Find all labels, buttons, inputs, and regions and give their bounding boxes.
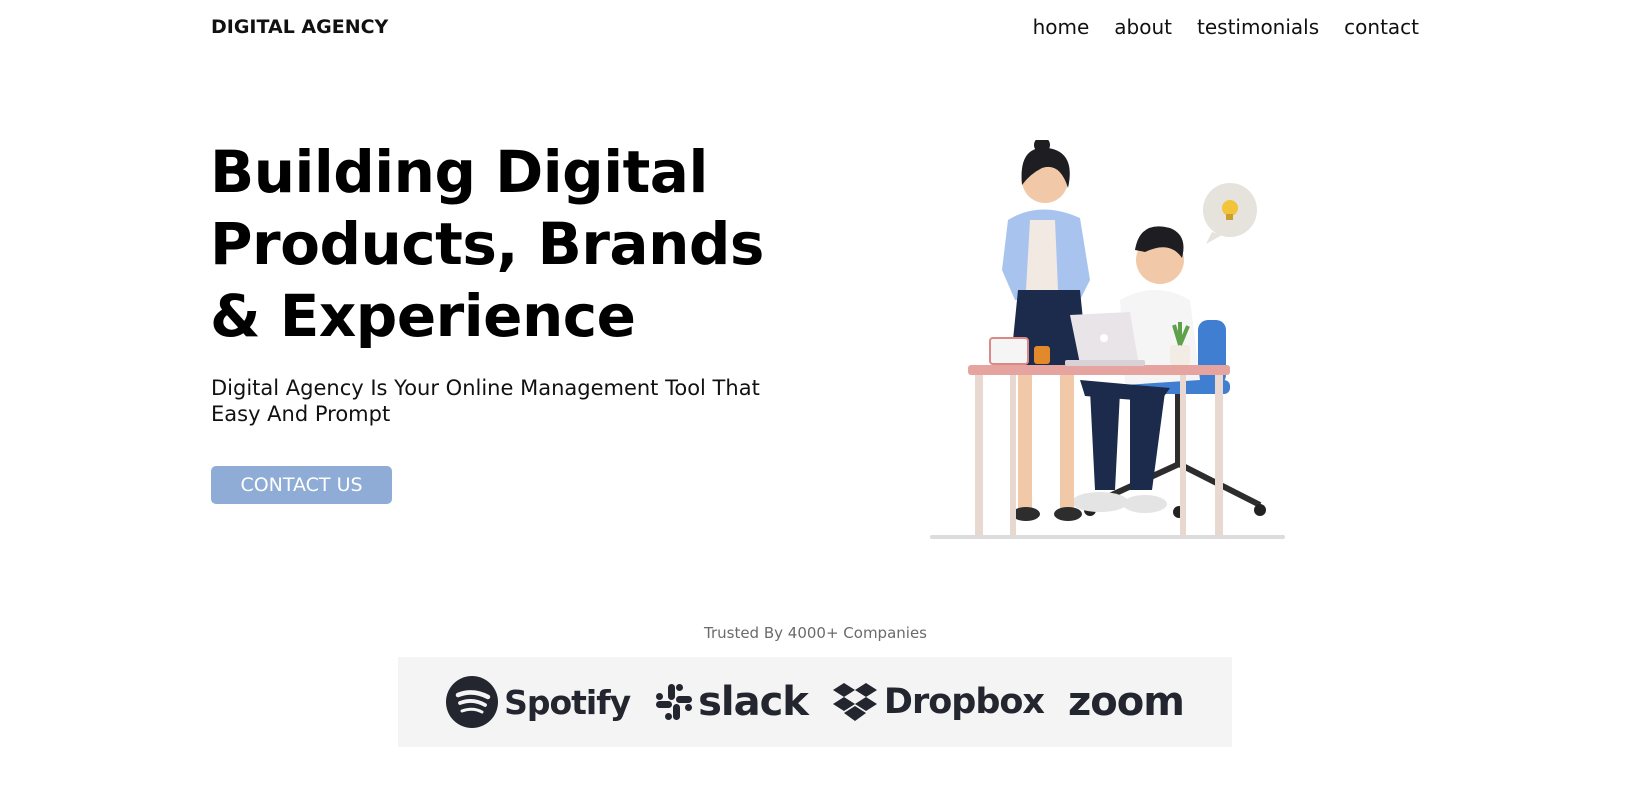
brand-logo[interactable]: DIGITAL AGENCY (211, 16, 388, 38)
logo-strip: Spotify slack Dropbox zoom (398, 657, 1232, 747)
nav-contact[interactable]: contact (1344, 15, 1419, 39)
hero-subtitle-line: Digital Agency Is Your Online Management… (211, 376, 760, 400)
slack-wordmark: slack (698, 679, 809, 725)
spotify-logo: Spotify (446, 676, 631, 728)
slack-logo: slack (654, 679, 809, 725)
main-nav: home about testimonials contact (1033, 15, 1419, 39)
zoom-logo: zoom (1068, 679, 1185, 725)
spotify-icon (446, 676, 499, 728)
zoom-wordmark: zoom (1068, 679, 1185, 725)
spotify-wordmark: Spotify (504, 682, 631, 722)
slack-icon (656, 684, 693, 720)
office-workers-illustration (930, 140, 1285, 539)
dropbox-icon (832, 683, 877, 721)
contact-us-button[interactable]: CONTACT US (211, 466, 392, 504)
hero-subtitle-line: Easy And Prompt (211, 402, 391, 426)
hero-title-line: Building Digital (210, 138, 708, 206)
dropbox-wordmark: Dropbox (883, 682, 1045, 722)
dropbox-logo: Dropbox (832, 681, 1045, 723)
hero-title-line: & Experience (210, 282, 636, 350)
nav-home[interactable]: home (1033, 15, 1090, 39)
hero-title-line: Products, Brands (210, 210, 764, 278)
hero-subtitle: Digital Agency Is Your Online Management… (211, 375, 791, 427)
nav-testimonials[interactable]: testimonials (1197, 15, 1319, 39)
hero-title: Building Digital Products, Brands & Expe… (210, 136, 770, 352)
trusted-text: Trusted By 4000+ Companies (704, 624, 927, 642)
nav-about[interactable]: about (1114, 15, 1172, 39)
